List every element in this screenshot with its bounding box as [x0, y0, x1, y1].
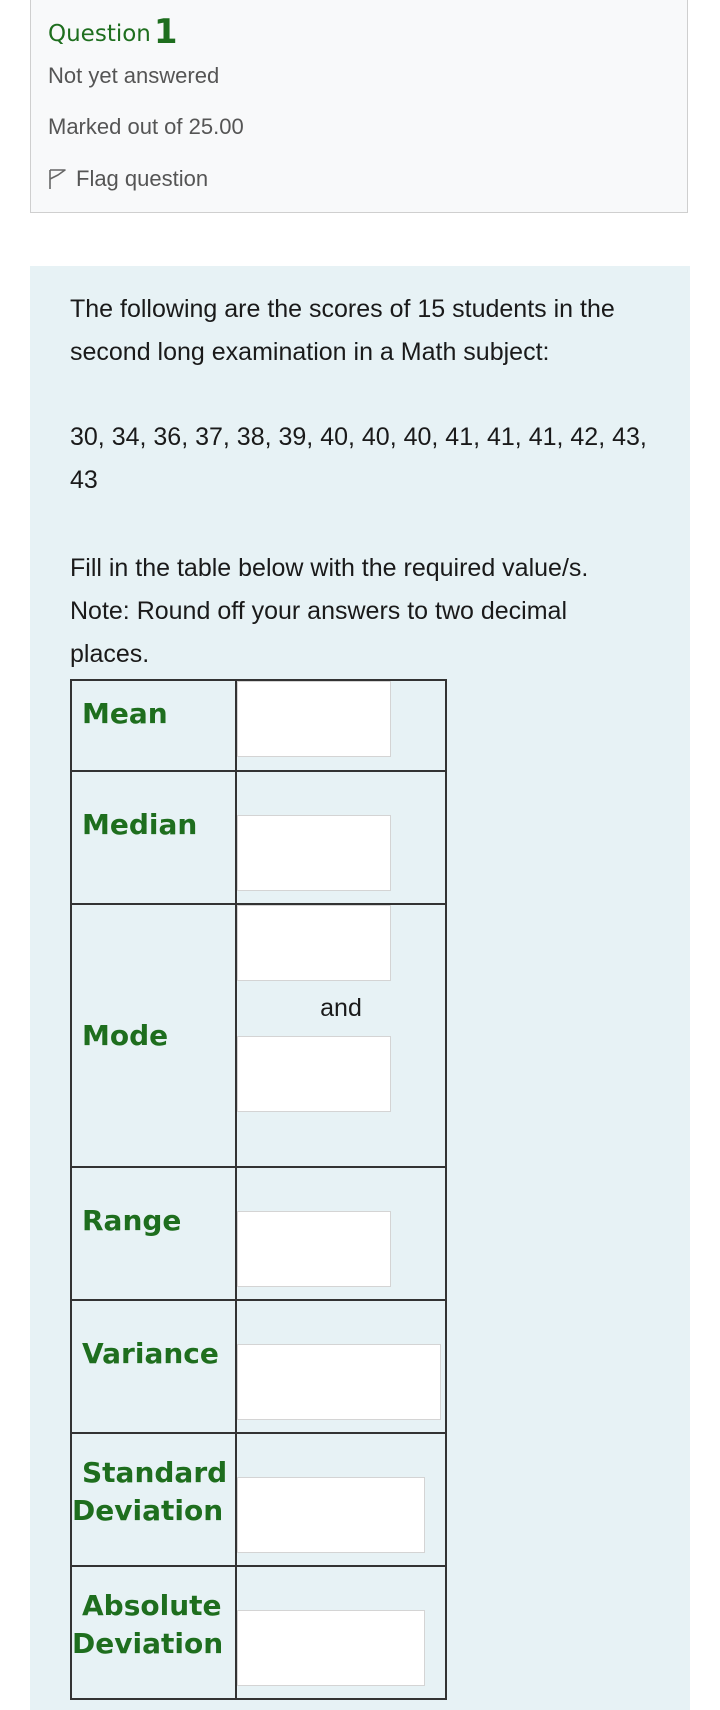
- standard-deviation-label-line1: Standard: [82, 1456, 228, 1489]
- question-number: 1: [153, 12, 178, 52]
- variance-input[interactable]: [237, 1344, 441, 1420]
- table-row-variance: Variance: [70, 1299, 447, 1434]
- range-input[interactable]: [237, 1211, 391, 1287]
- mode-label: Mode: [70, 903, 237, 1168]
- question-state: Not yet answered: [48, 63, 220, 88]
- mode-input-1[interactable]: [237, 905, 391, 981]
- flag-icon: [49, 169, 66, 189]
- mode-and-text: and: [320, 994, 362, 1022]
- score-list: 30, 34, 36, 37, 38, 39, 40, 40, 40, 41, …: [70, 423, 647, 494]
- standard-deviation-input[interactable]: [237, 1477, 425, 1553]
- question-info-panel: Question1 Not yet answered Marked out of…: [30, 0, 688, 213]
- answer-table: Mean Median Mode and Range Variance Stan…: [70, 679, 447, 1700]
- question-label: Question: [48, 21, 151, 47]
- table-row-mode: Mode and: [70, 903, 447, 1168]
- absolute-deviation-label-line1: Absolute: [82, 1589, 222, 1622]
- table-row-range: Range: [70, 1166, 447, 1301]
- mean-label: Mean: [70, 679, 237, 772]
- question-title: Question1: [48, 10, 178, 52]
- absolute-deviation-label: Absolute Deviation: [70, 1565, 237, 1700]
- table-row-mean: Mean: [70, 679, 447, 772]
- question-content: The following are the scores of 15 stude…: [30, 266, 690, 1710]
- flag-question-link[interactable]: Flag question: [48, 166, 208, 192]
- table-row-standard-deviation: Standard Deviation: [70, 1432, 447, 1567]
- mean-input[interactable]: [237, 681, 391, 757]
- standard-deviation-label-line2: Deviation: [72, 1494, 224, 1527]
- variance-label: Variance: [70, 1299, 237, 1434]
- table-row-absolute-deviation: Absolute Deviation: [70, 1565, 447, 1700]
- standard-deviation-label: Standard Deviation: [70, 1432, 237, 1567]
- flag-question-label: Flag question: [76, 166, 209, 191]
- mode-input-2[interactable]: [237, 1036, 391, 1112]
- median-label: Median: [70, 770, 237, 905]
- median-input[interactable]: [237, 815, 391, 891]
- range-label: Range: [70, 1166, 237, 1301]
- instruction-text: Fill in the table below with the require…: [70, 554, 589, 668]
- absolute-deviation-label-line2: Deviation: [72, 1627, 224, 1660]
- question-marks: Marked out of 25.00: [48, 114, 244, 139]
- table-row-median: Median: [70, 770, 447, 905]
- absolute-deviation-input[interactable]: [237, 1610, 425, 1686]
- question-intro: The following are the scores of 15 stude…: [70, 295, 615, 366]
